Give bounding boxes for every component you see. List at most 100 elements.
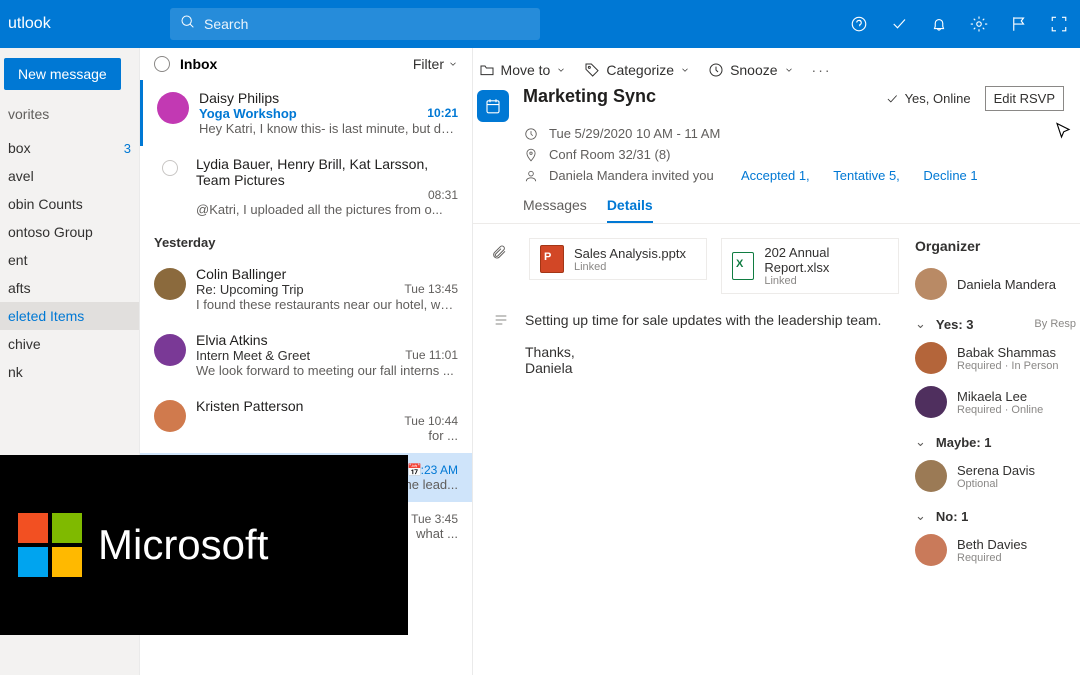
message-item[interactable]: Daisy Philips Yoga Workshop 10:21 Hey Kat… [140, 80, 472, 146]
message-time: 10:21 [427, 106, 458, 121]
select-ring-icon[interactable] [162, 160, 178, 176]
microsoft-text: Microsoft [98, 521, 268, 569]
list-header: Inbox Filter [140, 48, 472, 80]
folder-inbox[interactable]: box3 [0, 134, 139, 162]
event-tabs: Messages Details [473, 185, 1080, 224]
select-all-icon[interactable] [154, 56, 170, 72]
message-time: Tue 3:45 [411, 512, 458, 526]
folder-sent[interactable]: ent [0, 246, 139, 274]
message-item[interactable]: Lydia Bauer, Henry Brill, Kat Larsson, T… [140, 146, 472, 227]
message-item[interactable]: Colin Ballinger Re: Upcoming TripTue 13:… [140, 256, 472, 322]
message-preview: for ... [196, 428, 458, 443]
folder-icon [479, 62, 495, 78]
folder-robin[interactable]: obin Counts [0, 190, 139, 218]
message-time: Tue 13:45 [404, 282, 458, 297]
message-preview: We look forward to meeting our fall inte… [196, 363, 458, 378]
message-item[interactable]: Elvia Atkins Intern Meet & Greet Tue 11:0… [140, 322, 472, 388]
attendee-person[interactable]: Beth DaviesRequired [915, 528, 1076, 572]
attendee-person[interactable]: Serena DavisOptional [915, 454, 1076, 498]
excel-icon: X [732, 252, 754, 280]
message-subject: Yoga Workshop [199, 106, 297, 121]
chevron-down-icon [680, 65, 690, 75]
cursor-icon [1054, 122, 1072, 140]
paperclip-icon [483, 238, 515, 260]
calendar-badge-icon [477, 90, 509, 122]
message-time: 08:31 [428, 188, 458, 202]
settings-icon[interactable] [970, 15, 988, 33]
folder-archive[interactable]: chive [0, 330, 139, 358]
attachment-pptx[interactable]: P Sales Analysis.pptxLinked [529, 238, 707, 280]
snooze-button[interactable]: Snooze [708, 62, 793, 78]
clock-icon [708, 62, 724, 78]
check-icon [885, 92, 899, 106]
event-header: Marketing Sync Yes, Online Edit RSVP [473, 86, 1080, 122]
search-input[interactable] [204, 16, 530, 32]
chevron-down-icon [784, 65, 794, 75]
tab-messages[interactable]: Messages [523, 197, 587, 223]
accepted-link[interactable]: Accepted 1, [741, 168, 810, 183]
folder-junk[interactable]: nk [0, 358, 139, 386]
event-title: Marketing Sync [523, 86, 885, 107]
message-from: Daisy Philips [199, 90, 458, 106]
expand-icon[interactable] [1050, 15, 1068, 33]
attendees-panel: Organizer Daniela Mandera ⌄Yes: 3By Resp… [915, 224, 1080, 572]
response-status: Yes, Online [885, 91, 971, 106]
message-subject: Intern Meet & Greet [196, 348, 310, 363]
yes-section[interactable]: ⌄Yes: 3By Resp [915, 306, 1076, 336]
folder-deleted[interactable]: eleted Items [0, 302, 139, 330]
categorize-button[interactable]: Categorize [584, 62, 690, 78]
no-section[interactable]: ⌄No: 1 [915, 498, 1076, 528]
filter-button[interactable]: Filter [413, 56, 458, 72]
app-header: utlook [0, 0, 1080, 48]
microsoft-overlay: Microsoft [0, 455, 408, 635]
microsoft-logo-icon [18, 513, 82, 577]
message-preview: Hey Katri, I know this- is last minute, … [199, 121, 458, 136]
tab-details[interactable]: Details [607, 197, 653, 223]
avatar [915, 460, 947, 492]
avatar [154, 268, 186, 300]
event-body: Setting up time for sale updates with th… [483, 312, 899, 376]
flag-icon[interactable] [1010, 15, 1028, 33]
tip-icon[interactable] [850, 15, 868, 33]
app-brand: utlook [0, 15, 170, 33]
avatar [154, 334, 186, 366]
avatar [915, 342, 947, 374]
search-box[interactable] [170, 8, 540, 40]
event-location: Conf Room 32/31 (8) [473, 145, 1080, 164]
organizer-person[interactable]: Daniela Mandera [915, 262, 1076, 306]
more-button[interactable]: ··· [812, 62, 832, 78]
attendee-person[interactable]: Babak ShammasRequired · In Person [915, 336, 1076, 380]
move-button[interactable]: Move to [479, 62, 567, 78]
message-subject: Re: Upcoming Trip [196, 282, 304, 297]
bell-icon[interactable] [930, 15, 948, 33]
attendee-person[interactable]: Mikaela LeeRequired · Online [915, 380, 1076, 424]
maybe-section[interactable]: ⌄Maybe: 1 [915, 424, 1076, 454]
message-from: Elvia Atkins [196, 332, 458, 348]
message-item[interactable]: Kristen Patterson Tue 10:44 for ... [140, 388, 472, 453]
action-toolbar: Delete Archive Junk Sweep Move to Catego… [473, 48, 1063, 86]
avatar [157, 92, 189, 124]
day-header: Yesterday [140, 227, 472, 256]
sidebar-section-favorites[interactable]: vorites [0, 104, 139, 134]
organizer-heading: Organizer [915, 238, 1076, 254]
declined-link[interactable]: Decline 1 [923, 168, 977, 183]
tentative-link[interactable]: Tentative 5, [833, 168, 900, 183]
todo-icon[interactable] [890, 15, 908, 33]
avatar [915, 268, 947, 300]
message-preview: @Katri, I uploaded all the pictures from… [196, 202, 458, 217]
search-icon [180, 14, 196, 35]
message-time: Tue 11:01 [405, 348, 458, 363]
folder-drafts[interactable]: afts [0, 274, 139, 302]
edit-rsvp-button[interactable]: Edit RSVP [985, 86, 1064, 111]
avatar [915, 534, 947, 566]
chevron-down-icon: ⌄ [915, 316, 926, 332]
folder-travel[interactable]: avel [0, 162, 139, 190]
folder-contoso[interactable]: ontoso Group [0, 218, 139, 246]
location-icon [523, 148, 539, 162]
chevron-down-icon: ⌄ [915, 508, 926, 524]
attachment-xlsx[interactable]: X 202 Annual Report.xlsxLinked [721, 238, 899, 294]
chevron-down-icon [556, 65, 566, 75]
clock-icon [523, 127, 539, 141]
new-message-button[interactable]: New message [4, 58, 121, 90]
message-time: Tue 10:44 [404, 414, 458, 428]
